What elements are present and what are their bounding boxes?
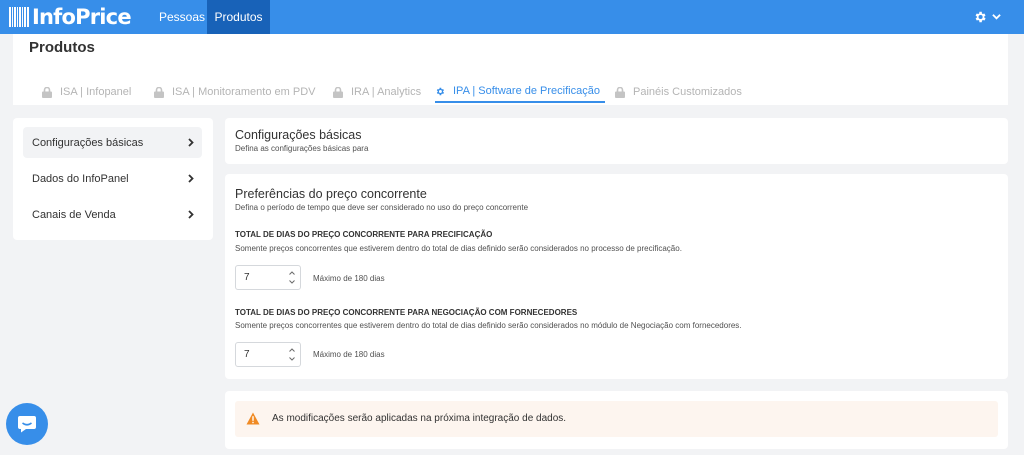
negotiation-days-description: Somente preços concorrentes que estivere…	[235, 321, 742, 330]
top-navigation-bar: InfoPrice Pessoas Produtos	[0, 0, 1024, 34]
chat-button[interactable]	[6, 403, 48, 445]
input-value: 7	[244, 349, 250, 360]
pricing-days-label: TOTAL DE DIAS DO PREÇO CONCORRENTE PARA …	[235, 230, 493, 239]
lock-icon	[154, 86, 164, 98]
increment-icon[interactable]	[289, 271, 295, 275]
nav-produtos[interactable]: Produtos	[207, 0, 270, 34]
infoprice-logo[interactable]: InfoPrice	[9, 5, 132, 29]
chat-icon	[18, 416, 36, 433]
lock-icon	[333, 86, 343, 98]
warning-notice: As modificações serão aplicadas na próxi…	[235, 401, 998, 437]
gear-icon[interactable]	[973, 10, 987, 24]
pricing-days-description: Somente preços concorrentes que estivere…	[235, 244, 682, 253]
settings-sidebar: Configurações básicas Dados do InfoPanel…	[13, 118, 213, 240]
sidebar-item-label: Dados do InfoPanel	[32, 172, 129, 185]
gear-icon	[436, 87, 444, 95]
section-title: Configurações básicas	[235, 128, 362, 142]
input-value: 7	[244, 272, 250, 283]
logo-text: InfoPrice	[32, 5, 132, 29]
pricing-days-hint: Máximo de 180 dias	[313, 274, 385, 283]
chevron-down-icon[interactable]	[992, 12, 1001, 21]
sidebar-item-dados-infopanel[interactable]: Dados do InfoPanel	[23, 163, 202, 194]
sidebar-item-canais-venda[interactable]: Canais de Venda	[23, 199, 202, 230]
decrement-icon[interactable]	[289, 280, 295, 284]
chevron-right-icon	[188, 174, 194, 183]
chevron-right-icon	[188, 210, 194, 219]
sidebar-item-configuracoes-basicas[interactable]: Configurações básicas	[23, 127, 202, 158]
basic-settings-card: Configurações básicas Defina as configur…	[225, 118, 1008, 164]
tab-label: ISA | Infopanel	[60, 86, 132, 98]
section-title: Preferências do preço concorrente	[235, 187, 427, 201]
section-subtitle: Defina o período de tempo que deve ser c…	[235, 203, 529, 212]
chevron-right-icon	[188, 138, 194, 147]
lock-icon	[615, 86, 625, 98]
nav-pessoas[interactable]: Pessoas	[159, 0, 205, 34]
competitor-price-card: Preferências do preço concorrente Defina…	[225, 174, 1008, 379]
tab-label: IPA | Software de Precificação	[453, 85, 600, 97]
negotiation-days-hint: Máximo de 180 dias	[313, 350, 385, 359]
notice-card: As modificações serão aplicadas na próxi…	[225, 391, 1008, 449]
decrement-icon[interactable]	[289, 357, 295, 361]
tab-label: Painéis Customizados	[633, 86, 742, 98]
tab-label: ISA | Monitoramento em PDV	[172, 86, 316, 98]
tab-ira-analytics[interactable]: IRA | Analytics	[333, 81, 421, 103]
tab-ipa-software[interactable]: IPA | Software de Precificação	[435, 81, 605, 103]
tab-label: IRA | Analytics	[351, 86, 422, 98]
page-title: Produtos	[29, 39, 95, 56]
negotiation-days-label: TOTAL DE DIAS DO PREÇO CONCORRENTE PARA …	[235, 308, 578, 317]
tab-paineis-customizados[interactable]: Painéis Customizados	[615, 81, 742, 103]
sidebar-item-label: Canais de Venda	[32, 208, 116, 221]
negotiation-days-input[interactable]: 7	[235, 342, 301, 367]
section-subtitle: Defina as configurações básicas para	[235, 144, 369, 153]
increment-icon[interactable]	[289, 348, 295, 352]
warning-icon	[246, 412, 260, 425]
warning-text: As modificações serão aplicadas na próxi…	[272, 413, 567, 424]
page-header: Produtos ISA | Infopanel ISA | Monitoram…	[13, 34, 1008, 105]
tab-isa-monitoramento[interactable]: ISA | Monitoramento em PDV	[154, 81, 315, 103]
barcode-logo-icon	[9, 7, 29, 27]
sidebar-item-label: Configurações básicas	[32, 136, 144, 149]
pricing-days-input[interactable]: 7	[235, 265, 301, 290]
lock-icon	[42, 86, 52, 98]
tab-isa-infopanel[interactable]: ISA | Infopanel	[42, 81, 131, 103]
